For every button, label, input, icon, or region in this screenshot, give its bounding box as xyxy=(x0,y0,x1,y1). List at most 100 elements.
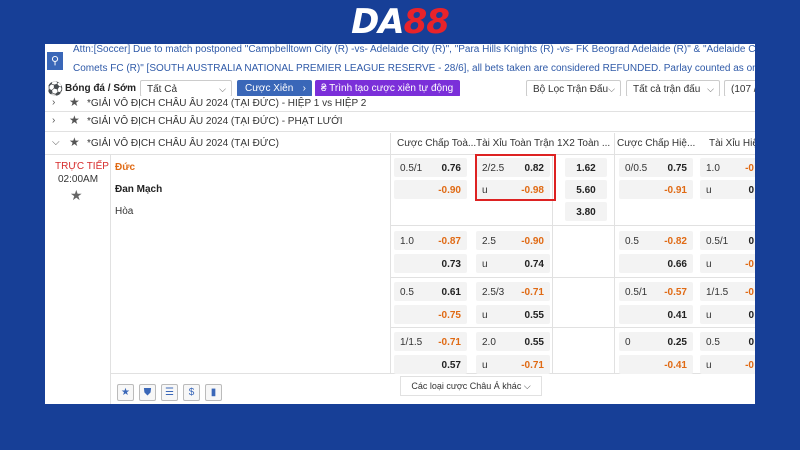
star-icon[interactable]: ★ xyxy=(69,113,80,127)
shirt-icon[interactable]: ⛊ xyxy=(139,384,156,401)
odds-cell[interactable]: 5.60 xyxy=(565,180,607,199)
odds-cell[interactable]: 1/1.5 -0.71 xyxy=(394,332,467,351)
auto-parlay-builder-button[interactable]: ₴ Trình tạo cược xiên tự động xyxy=(315,80,460,97)
star-icon[interactable]: ★ xyxy=(69,96,80,109)
divider xyxy=(390,277,755,278)
logo-text-da: DA xyxy=(351,2,405,42)
search-icon[interactable]: ⚲ xyxy=(47,52,63,70)
under-label: u xyxy=(482,259,488,270)
ticker-line-1[interactable]: Attn:[Soccer] Due to match postponed "Ca… xyxy=(73,44,755,55)
odds-cell[interactable]: u -0 xyxy=(700,254,755,273)
divider xyxy=(614,133,615,373)
total-line: 2.5/3 xyxy=(482,287,505,298)
odds-cell[interactable]: u -0 xyxy=(700,355,755,374)
odds-cell[interactable]: -0.75 xyxy=(394,305,467,324)
handicap-line: 0/0.5 xyxy=(625,163,648,174)
league-row-expanded[interactable]: ⌵ ★ *GIẢI VÔ ĐỊCH CHÂU ÂU 2024 (TẠI ĐỨC)… xyxy=(45,133,755,155)
under-label: u xyxy=(706,360,712,371)
dollar-icon[interactable]: $ xyxy=(183,384,200,401)
odds-cell[interactable]: 0.5 -0.82 xyxy=(619,231,693,250)
handicap-line: 0 xyxy=(625,337,631,348)
odds-cell[interactable]: 2.5/3 -0.71 xyxy=(476,282,550,301)
odds-value: -0.71 xyxy=(521,287,544,298)
total-line: 2.5 xyxy=(482,236,496,247)
match-count[interactable]: (107 / xyxy=(724,80,755,97)
da88-logo: DA88 xyxy=(0,0,800,44)
header-handicap-half: Cược Chấp Hiệ... xyxy=(617,138,696,149)
chevron-right-icon[interactable]: › xyxy=(52,115,55,126)
odds-value: 0.55 xyxy=(524,337,544,348)
handicap-line: 1/1.5 xyxy=(400,337,423,348)
odds-cell[interactable]: 0.41 xyxy=(619,305,693,324)
odds-cell[interactable]: u -0.71 xyxy=(476,355,550,374)
odds-cell[interactable]: 3.80 xyxy=(565,202,607,221)
star-icon[interactable]: ★ xyxy=(117,384,134,401)
match-filter-select[interactable]: Bộ Lọc Trận Đấu ⌵ xyxy=(526,80,621,97)
odds-cell[interactable]: 1.0 -0.87 xyxy=(394,231,467,250)
odds-cell[interactable]: u0 xyxy=(700,305,755,324)
odds-cell[interactable]: 0/0.5 0.75 xyxy=(619,158,693,177)
odds-cell[interactable]: 0.5 0 xyxy=(700,332,755,351)
under-label: u xyxy=(706,310,712,321)
parlay-button[interactable]: Cược Xiên › xyxy=(237,80,312,97)
odds-cell[interactable]: -0.90 xyxy=(394,180,467,199)
odds-value: 0 xyxy=(748,337,754,348)
odds-cell[interactable]: 1.62 xyxy=(565,158,607,177)
star-icon[interactable]: ★ xyxy=(69,135,80,149)
odds-cell[interactable]: 1.0 -0 xyxy=(700,158,755,177)
market-filter-select[interactable]: Tất Cả ⌵ xyxy=(140,80,232,97)
match-info: TRỰC TIẾP 02:00AM ★ xyxy=(45,156,110,404)
odds-cell[interactable]: 2.0 0.55 xyxy=(476,332,550,351)
sport-label: Bóng đá / Sớm xyxy=(65,83,137,94)
odds-cell[interactable]: 0.5/1 -0.57 xyxy=(619,282,693,301)
odds-value: -0.41 xyxy=(664,360,687,371)
draw-label: Hòa xyxy=(115,206,134,217)
under-label: u xyxy=(706,185,712,196)
odds-value: -0.82 xyxy=(664,236,687,247)
odds-cell[interactable]: 0.66 xyxy=(619,254,693,273)
total-line: 0.5 xyxy=(706,337,720,348)
odds-cell[interactable]: u 0.55 xyxy=(476,305,550,324)
odds-value: 0 xyxy=(748,310,754,321)
odds-cell[interactable]: 0.57 xyxy=(394,355,467,374)
chevron-right-icon: › xyxy=(302,83,306,94)
odds-cell[interactable]: 1/1.5 -0 xyxy=(700,282,755,301)
list-icon[interactable]: ☰ xyxy=(161,384,178,401)
odds-value: -0.87 xyxy=(438,236,461,247)
odds-value: -0.91 xyxy=(664,185,687,196)
odds-value: -0 xyxy=(745,360,754,371)
league-name: *GIẢI VÔ ĐỊCH CHÂU ÂU 2024 (TẠI ĐỨC) - H… xyxy=(87,98,367,109)
chevron-right-icon[interactable]: › xyxy=(52,97,55,108)
odds-value: -0.57 xyxy=(664,287,687,298)
home-team: Đức xyxy=(115,162,136,173)
odds-value: 0.55 xyxy=(524,310,544,321)
odds-cell[interactable]: u 0.74 xyxy=(476,254,550,273)
odds-cell[interactable]: 0.5/1 0.76 xyxy=(394,158,467,177)
odds-cell[interactable]: 0 0.25 xyxy=(619,332,693,351)
odds-cell[interactable]: 0.5/1 0 xyxy=(700,231,755,250)
odds-cell[interactable]: 2.5 -0.90 xyxy=(476,231,550,250)
more-asian-bets-button[interactable]: Các loại cược Châu Á khác ⌵ xyxy=(400,376,542,396)
league-row[interactable]: › ★ *GIẢI VÔ ĐỊCH CHÂU ÂU 2024 (TẠI ĐỨC)… xyxy=(45,112,755,132)
odds-value: 0.66 xyxy=(667,259,687,270)
divider xyxy=(110,155,111,404)
all-matches-select[interactable]: Tất cả trận đấu ⌵ xyxy=(626,80,720,97)
odds-value: 0.61 xyxy=(441,287,461,298)
odds-value: 0.73 xyxy=(441,259,461,270)
league-name: *GIẢI VÔ ĐỊCH CHÂU ÂU 2024 (TẠI ĐỨC) - P… xyxy=(87,116,343,127)
soccer-ball-icon: ⚽ xyxy=(47,81,64,96)
total-line: 2.0 xyxy=(482,337,496,348)
ticker-line-2[interactable]: Comets FC (R)" [SOUTH AUSTRALIA NATIONAL… xyxy=(73,63,755,74)
odds-cell[interactable]: u0 xyxy=(700,180,755,199)
odds-cell[interactable]: 0.5 0.61 xyxy=(394,282,467,301)
favorite-star-icon[interactable]: ★ xyxy=(70,187,83,204)
logo-text-88: 88 xyxy=(403,2,450,42)
odds-value: -0.75 xyxy=(438,310,461,321)
chevron-down-icon[interactable]: ⌵ xyxy=(52,137,60,148)
odds-value: 3.80 xyxy=(576,207,596,218)
league-row[interactable]: › ★ *GIẢI VÔ ĐỊCH CHÂU ÂU 2024 (TẠI ĐỨC)… xyxy=(45,96,755,112)
odds-cell[interactable]: 0.73 xyxy=(394,254,467,273)
bar-chart-icon[interactable]: ▮ xyxy=(205,384,222,401)
odds-cell[interactable]: -0.41 xyxy=(619,355,693,374)
odds-cell[interactable]: -0.91 xyxy=(619,180,693,199)
